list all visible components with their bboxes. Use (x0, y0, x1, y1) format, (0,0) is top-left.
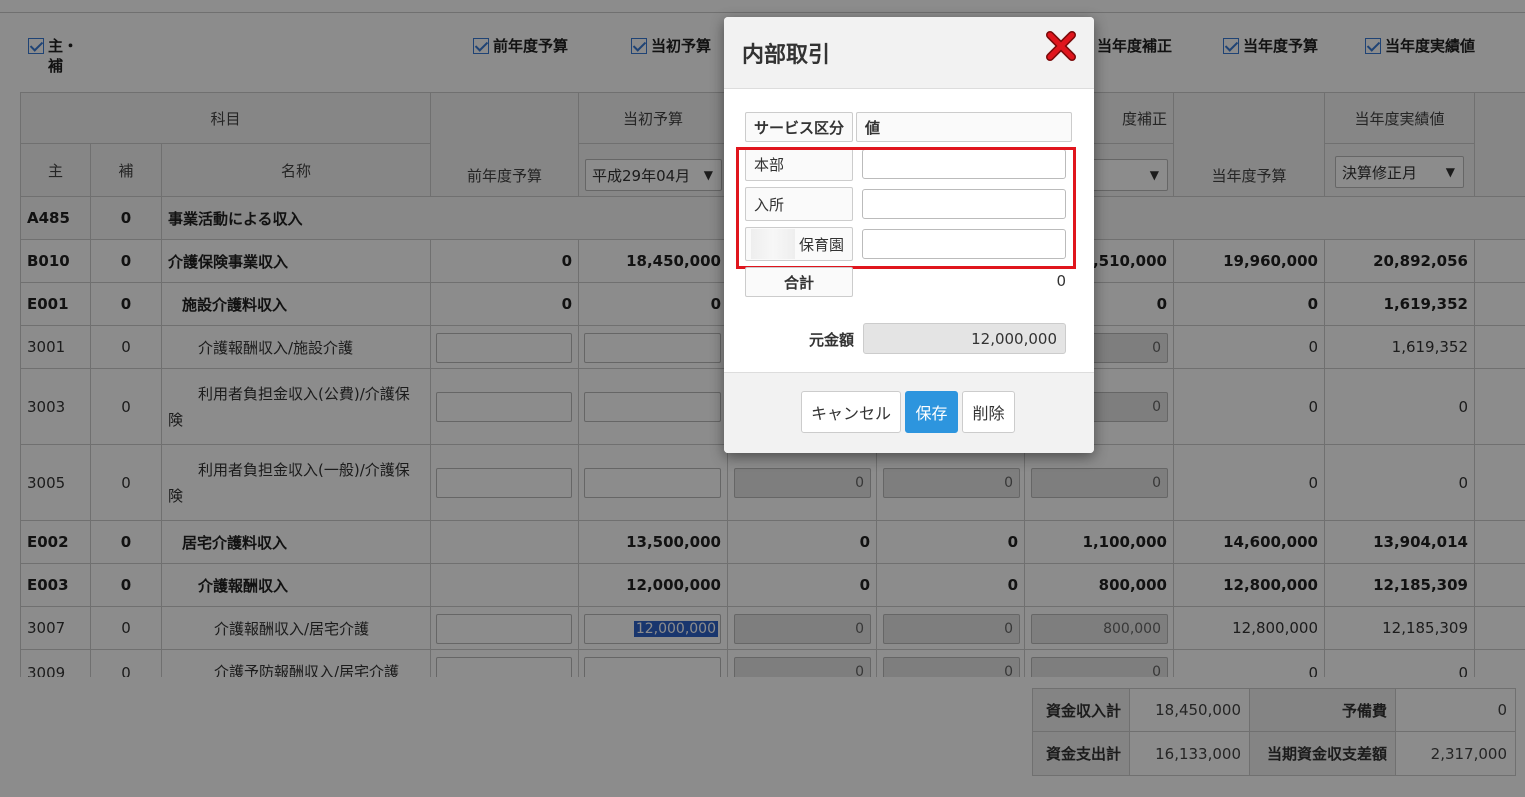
highlight-box (736, 147, 1076, 269)
internal-transaction-dialog: 内部取引 サービス区分 値 本部 入所 保育園 合計 0 元金額 12,000,… (724, 17, 1094, 453)
base-amount-readonly: 12,000,000 (863, 323, 1066, 354)
base-amount-label: 元金額 (808, 331, 854, 349)
save-button[interactable]: 保存 (905, 391, 958, 433)
dialog-title: 内部取引 (742, 43, 831, 68)
close-icon[interactable] (1044, 29, 1078, 63)
total-value: 0 (1056, 272, 1066, 290)
value-header: 値 (856, 112, 1072, 142)
cancel-button[interactable]: キャンセル (801, 391, 901, 433)
service-category-header: サービス区分 (745, 112, 853, 142)
total-label: 合計 (745, 267, 853, 297)
delete-button[interactable]: 削除 (962, 391, 1015, 433)
